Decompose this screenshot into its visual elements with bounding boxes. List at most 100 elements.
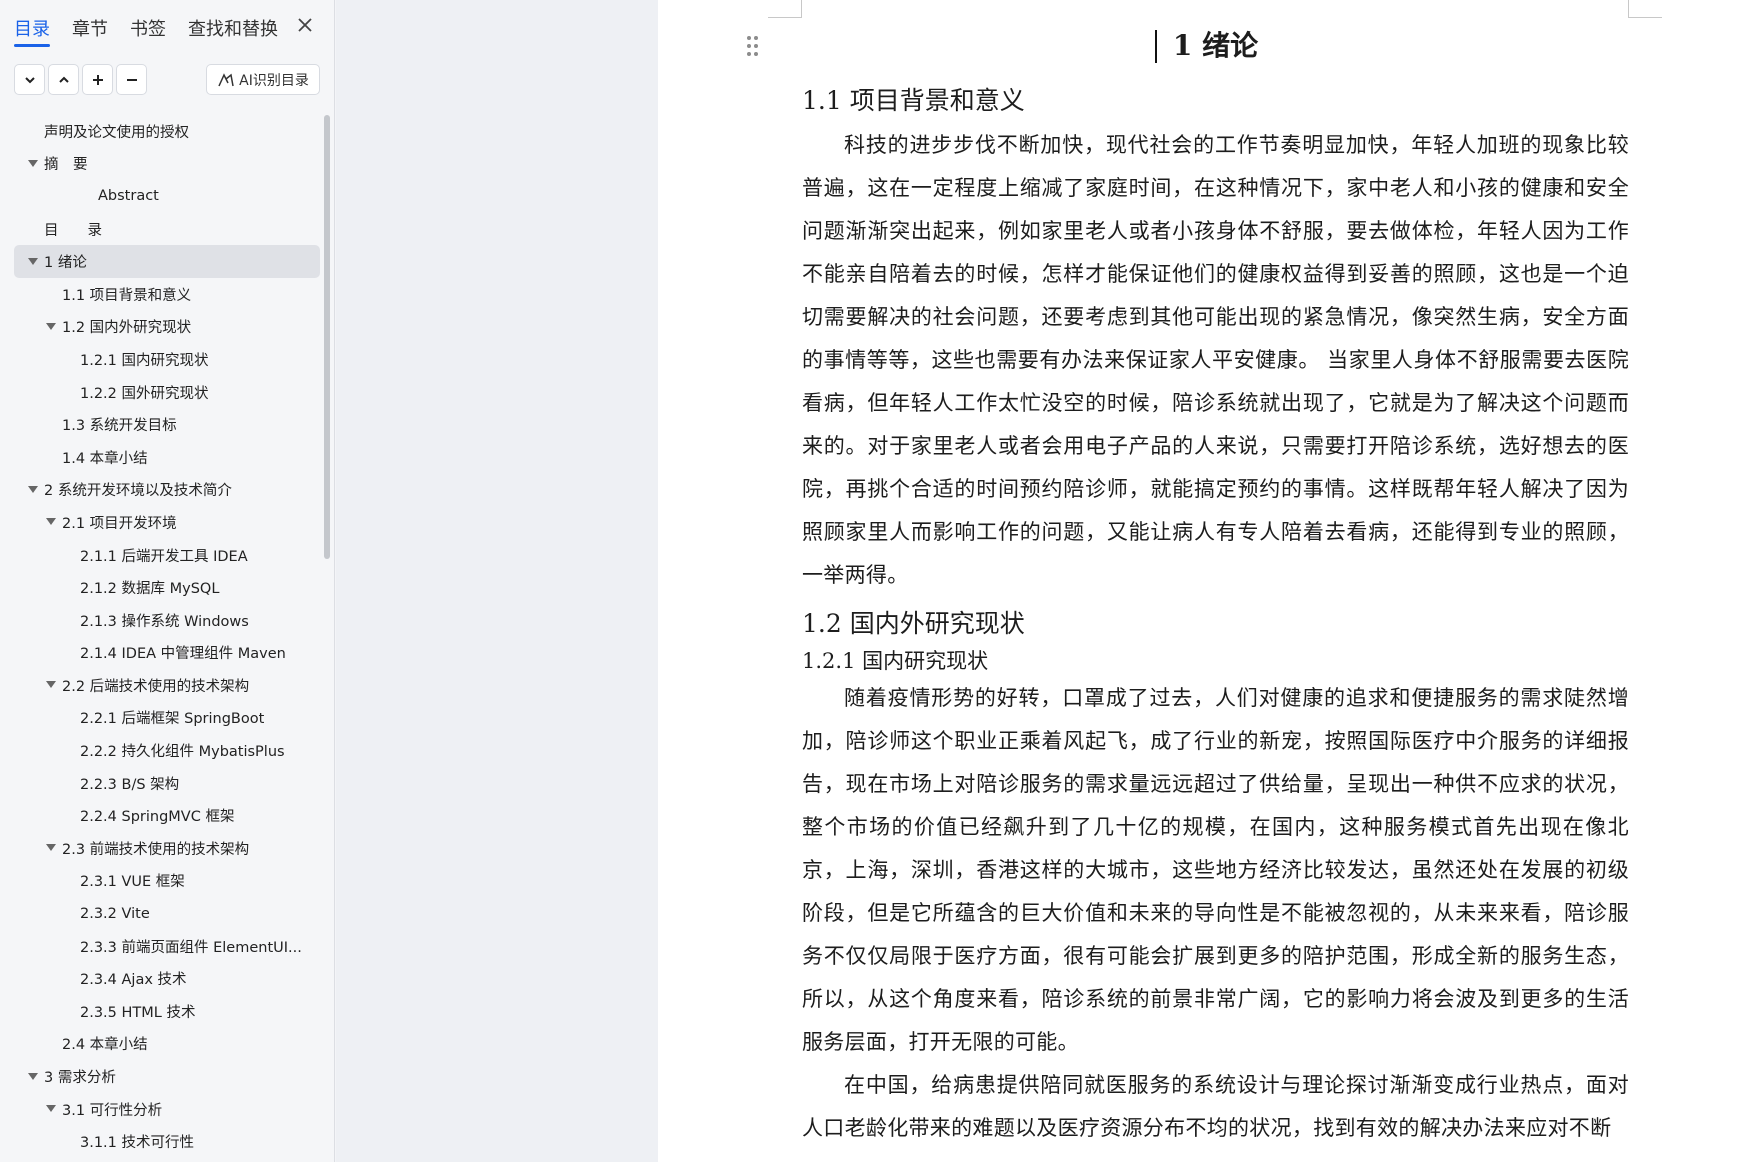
- toc-item[interactable]: 目 录: [14, 213, 320, 246]
- toc-item-label: 3.1.1 技术可行性: [80, 1135, 195, 1152]
- toc-item-label: 2.2.1 后端框架 SpringBoot: [80, 711, 265, 728]
- toc-item[interactable]: 2.1 项目开发环境: [14, 506, 320, 539]
- toc-item[interactable]: 声明及论文使用的授权: [14, 115, 320, 148]
- expand-triangle-icon[interactable]: [46, 681, 56, 689]
- expand-triangle-icon[interactable]: [28, 159, 38, 167]
- add-heading-button[interactable]: [82, 64, 113, 95]
- toc-item[interactable]: 2.1.4 IDEA 中管理组件 Maven: [14, 637, 320, 670]
- toc-item-label: 目 录: [44, 222, 102, 239]
- tab-chapters[interactable]: 章节: [72, 15, 108, 47]
- remove-heading-button[interactable]: [116, 64, 147, 95]
- toc-item[interactable]: 2.3.2 Vite: [14, 897, 320, 930]
- toc-item-label: 2.3 前端技术使用的技术架构: [62, 841, 250, 858]
- toc-item-label: 2.1 项目开发环境: [62, 515, 177, 532]
- toc-item[interactable]: 2.3.1 VUE 框架: [14, 865, 320, 898]
- expand-triangle-icon[interactable]: [46, 322, 56, 330]
- toc-item-label: 2.3.2 Vite: [80, 905, 150, 922]
- toc-item-label: 2.2 后端技术使用的技术架构: [62, 678, 250, 695]
- toc-item-label: 2.3.4 Ajax 技术: [80, 972, 187, 989]
- toc-item-label: 声明及论文使用的授权: [44, 124, 189, 141]
- toc-item[interactable]: 2.2.4 SpringMVC 框架: [14, 799, 320, 832]
- toc-scrollbar[interactable]: [324, 115, 330, 559]
- expand-triangle-icon[interactable]: [46, 518, 56, 526]
- tab-find-replace[interactable]: 查找和替换: [188, 15, 278, 47]
- toc-item-label: 2.1.1 后端开发工具 IDEA: [80, 548, 248, 565]
- body-paragraph-1[interactable]: 科技的进步步伐不断加快，现代社会的工作节奏明显加快，年轻人加班的现象比较普遍，这…: [802, 124, 1629, 597]
- toc-item[interactable]: 1 绪论: [14, 245, 320, 278]
- expand-triangle-icon[interactable]: [28, 1072, 38, 1080]
- toc-item[interactable]: 3.1 可行性分析: [14, 1093, 320, 1126]
- chevron-up-icon: [58, 76, 69, 83]
- toc-item[interactable]: 2.3 前端技术使用的技术架构: [14, 832, 320, 865]
- close-icon[interactable]: [294, 14, 316, 36]
- toc-item-label: 2.3.3 前端页面组件 ElementUI...: [80, 939, 302, 956]
- nav-tab-bar: 目录 章节 书签 查找和替换: [14, 10, 300, 47]
- toc-item[interactable]: 2.3.5 HTML 技术: [14, 995, 320, 1028]
- toc-item-label: 1.2 国内外研究现状: [62, 320, 192, 337]
- ai-button-label: AI识别目录: [239, 72, 309, 89]
- expand-level-button[interactable]: [48, 64, 79, 95]
- toc-item[interactable]: 1.4 本章小结: [14, 441, 320, 474]
- drag-handle-icon[interactable]: [747, 36, 761, 58]
- toc-item[interactable]: 2.1.2 数据库 MySQL: [14, 571, 320, 604]
- toc-item[interactable]: 2.1.1 后端开发工具 IDEA: [14, 539, 320, 572]
- toc-item[interactable]: 2.3.4 Ajax 技术: [14, 962, 320, 995]
- document-canvas-background: [336, 0, 658, 1162]
- expand-triangle-icon[interactable]: [46, 844, 56, 852]
- section-heading-1-1[interactable]: 1.1 项目背景和意义: [802, 82, 1629, 120]
- toc-item-label: 2.1.4 IDEA 中管理组件 Maven: [80, 646, 286, 663]
- toc-item-label: 1.2.2 国外研究现状: [80, 385, 209, 402]
- body-paragraph-3[interactable]: 在中国，给病患提供陪同就医服务的系统设计与理论探讨渐渐变成行业热点，面对人口老龄…: [802, 1064, 1629, 1150]
- toc-toolbar: AI识别目录: [14, 64, 320, 96]
- toc-item[interactable]: 2.2 后端技术使用的技术架构: [14, 669, 320, 702]
- toc-item[interactable]: 1.2.1 国内研究现状: [14, 343, 320, 376]
- toc-item[interactable]: 2.1.3 操作系统 Windows: [14, 604, 320, 637]
- ai-recognize-toc-button[interactable]: AI识别目录: [206, 64, 320, 95]
- toc-item[interactable]: 1.2.2 国外研究现状: [14, 376, 320, 409]
- toc-item-label: 1 绪论: [44, 255, 87, 272]
- toc-item[interactable]: 2.2.2 持久化组件 MybatisPlus: [14, 734, 320, 767]
- toc-item[interactable]: Abstract: [14, 180, 320, 213]
- toc-list: 声明及论文使用的授权摘 要 Abstract 目 录 1 绪论 1.1 项目背景和意义 1…: [14, 115, 320, 1158]
- tab-bookmarks[interactable]: 书签: [130, 15, 166, 47]
- toc-item-label: 2.3.1 VUE 框架: [80, 874, 185, 891]
- page-margin-corner-left: [768, 0, 802, 18]
- subsection-heading-1-2-1[interactable]: 1.2.1 国内研究现状: [802, 645, 1629, 677]
- toc-item[interactable]: 3.1.1 技术可行性: [14, 1125, 320, 1158]
- toc-item-label: 2.1.3 操作系统 Windows: [80, 613, 249, 630]
- toc-item-label: 3.1 可行性分析: [62, 1102, 163, 1119]
- expand-triangle-icon[interactable]: [46, 1105, 56, 1113]
- toc-item[interactable]: 摘 要: [14, 148, 320, 181]
- toc-item[interactable]: 2.3.3 前端页面组件 ElementUI...: [14, 930, 320, 963]
- chapter-heading[interactable]: 1 绪论: [802, 26, 1629, 66]
- collapse-level-button[interactable]: [14, 64, 45, 95]
- document-body[interactable]: 1 绪论 1.1 项目背景和意义 科技的进步步伐不断加快，现代社会的工作节奏明显…: [802, 26, 1629, 1150]
- chapter-heading-text: 1 绪论: [1172, 29, 1259, 62]
- tab-toc[interactable]: 目录: [14, 15, 50, 47]
- toc-item-label: Abstract: [98, 188, 159, 205]
- toc-item[interactable]: 3 需求分析: [14, 1060, 320, 1093]
- expand-triangle-icon[interactable]: [28, 485, 38, 493]
- toc-item[interactable]: 1.3 系统开发目标: [14, 408, 320, 441]
- toc-item-label: 2.2.2 持久化组件 MybatisPlus: [80, 744, 285, 761]
- body-paragraph-2[interactable]: 随着疫情形势的好转，口罩成了过去，人们对健康的追求和便捷服务的需求陡然增加，陪诊…: [802, 677, 1629, 1064]
- toc-item-label: 1.3 系统开发目标: [62, 418, 177, 435]
- toc-item[interactable]: 2.2.3 B/S 架构: [14, 767, 320, 800]
- toc-item-label: 1.2.1 国内研究现状: [80, 352, 209, 369]
- toc-item-label: 摘 要: [44, 157, 88, 174]
- chevron-down-icon: [24, 76, 35, 83]
- toc-item[interactable]: 2.4 本章小结: [14, 1028, 320, 1061]
- toc-item[interactable]: 1.1 项目背景和意义: [14, 278, 320, 311]
- toc-item-label: 2.1.2 数据库 MySQL: [80, 581, 220, 598]
- section-heading-1-2[interactable]: 1.2 国内外研究现状: [802, 605, 1629, 643]
- toc-item[interactable]: 2 系统开发环境以及技术简介: [14, 474, 320, 507]
- toc-item-label: 2.3.5 HTML 技术: [80, 1004, 196, 1021]
- toc-item[interactable]: 1.2 国内外研究现状: [14, 311, 320, 344]
- toc-item[interactable]: 2.2.1 后端框架 SpringBoot: [14, 702, 320, 735]
- toc-item-label: 3 需求分析: [44, 1070, 116, 1087]
- document-page[interactable]: 1 绪论 1.1 项目背景和意义 科技的进步步伐不断加快，现代社会的工作节奏明显…: [658, 0, 1744, 1162]
- text-cursor: [1155, 30, 1157, 63]
- toc-item-label: 2.2.3 B/S 架构: [80, 776, 180, 793]
- expand-triangle-icon[interactable]: [28, 257, 38, 265]
- toc-item-label: 1.1 项目背景和意义: [62, 287, 192, 304]
